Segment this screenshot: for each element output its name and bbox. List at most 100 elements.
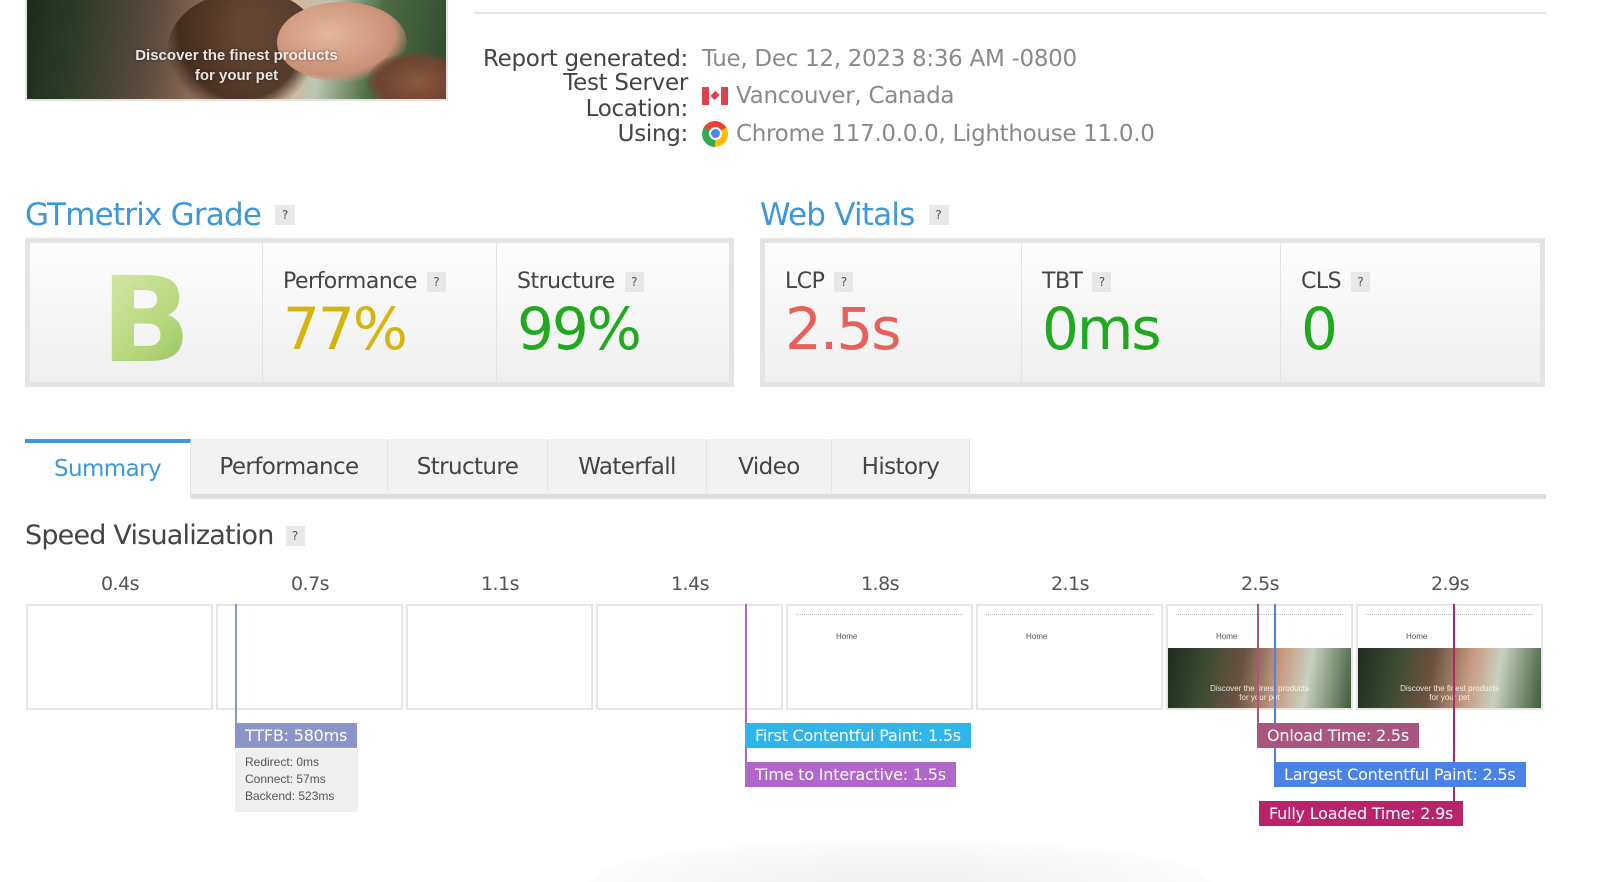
frame-hero-caption: Discover the finest products for your pet	[1358, 684, 1541, 702]
tab-history[interactable]: History	[832, 439, 970, 499]
chrome-icon	[702, 120, 728, 147]
ttfb-backend: Backend: 523ms	[245, 789, 335, 803]
lcp-label: LCP	[785, 269, 825, 294]
cls-label: CLS	[1301, 269, 1342, 294]
ttfb-line	[235, 604, 237, 724]
report-meta: Report generated: Tue, Dec 12, 2023 8:36…	[470, 40, 1155, 153]
tab-waterfall[interactable]: Waterfall	[548, 439, 707, 499]
test-server-location-row: Test Server Location: Vancouver, Canada	[470, 70, 1155, 122]
frame-time-label: 0.7s	[290, 573, 330, 595]
test-server-location-label: Test Server Location:	[563, 70, 688, 123]
frame-hero-image: Discover the finest products for your pet	[1168, 648, 1351, 708]
lcp-value: 2.5s	[785, 295, 901, 363]
structure-label: Structure	[517, 269, 615, 294]
report-generated-value: Tue, Dec 12, 2023 8:36 AM -0800	[702, 45, 1077, 72]
fully-loaded-marker: Fully Loaded Time: 2.9s	[1259, 801, 1464, 826]
frame-hero-caption-line-2: for your pet	[1429, 693, 1470, 702]
tbt-cell: TBT ? 0ms	[1022, 243, 1281, 382]
bottom-shadow	[590, 840, 1210, 882]
fcp-marker: First Contentful Paint: 1.5s	[745, 723, 971, 748]
filmstrip-frame[interactable]: Home Discover the finest products for your…	[1166, 604, 1353, 710]
tbt-label-wrap: TBT ?	[1042, 269, 1112, 294]
frame-hero-caption: Discover the finest products for your pet	[1168, 684, 1351, 702]
filmstrip-frame[interactable]: Home	[786, 604, 973, 710]
frame-home-text: Home	[836, 632, 858, 641]
frame-time-label: 2.9s	[1430, 573, 1470, 595]
fcp-tti-line	[745, 604, 747, 786]
using-row: Using: Chrome 117.0.0.0, Lighthouse 11.0…	[470, 115, 1155, 153]
frame-time-label: 1.8s	[860, 573, 900, 595]
frame-time-label: 2.5s	[1240, 573, 1280, 595]
preview-caption-line-1: Discover the finest products	[135, 47, 338, 64]
using-label: Using:	[617, 120, 689, 147]
cls-value: 0	[1301, 295, 1338, 363]
preview-caption: Discover the finest products for your pe…	[27, 46, 446, 86]
frame-home-text: Home	[1216, 632, 1238, 641]
performance-label: Performance	[283, 269, 417, 294]
structure-help-icon[interactable]: ?	[624, 271, 644, 292]
web-vitals-help-icon[interactable]: ?	[928, 205, 949, 225]
frame-header	[796, 614, 963, 617]
tbt-label: TBT	[1042, 269, 1083, 294]
gtmetrix-grade-title-text: GTmetrix Grade	[25, 197, 262, 233]
tbt-help-icon[interactable]: ?	[1092, 271, 1112, 292]
frame-time-label: 0.4s	[100, 573, 140, 595]
tab-video[interactable]: Video	[707, 439, 832, 499]
filmstrip-frame[interactable]	[216, 604, 403, 710]
tab-performance[interactable]: Performance	[191, 439, 388, 499]
test-server-location-value: Vancouver, Canada	[736, 83, 955, 110]
ttfb-connect: Connect: 57ms	[245, 772, 326, 786]
structure-cell: Structure ? 99%	[497, 243, 729, 382]
filmstrip-frame[interactable]	[596, 604, 783, 710]
lcp-cell: LCP ? 2.5s	[765, 243, 1022, 382]
filmstrip-frame[interactable]: Home Discover the finest products for your…	[1356, 604, 1543, 710]
cls-help-icon[interactable]: ?	[1351, 271, 1371, 292]
frame-hero-image: Discover the finest products for your pet	[1358, 648, 1541, 708]
frame-time-label: 1.4s	[670, 573, 710, 595]
performance-help-icon[interactable]: ?	[426, 271, 446, 292]
frame-hero-caption-line-1: Discover the finest products	[1210, 684, 1309, 693]
using-value-wrap: Chrome 117.0.0.0, Lighthouse 11.0.0	[702, 120, 1155, 147]
report-tabs: Summary Performance Structure Waterfall …	[25, 439, 970, 499]
web-vitals-title-text: Web Vitals	[760, 197, 915, 233]
performance-cell: Performance ? 77%	[263, 243, 497, 382]
frame-hero-caption-line-1: Discover the finest products	[1400, 684, 1499, 693]
tti-marker: Time to Interactive: 1.5s	[745, 762, 956, 787]
frame-home-text: Home	[1406, 632, 1428, 641]
speed-visualization-help-icon[interactable]: ?	[285, 525, 305, 546]
test-server-location-value-wrap: Vancouver, Canada	[702, 83, 954, 109]
filmstrip-frame[interactable]	[26, 604, 213, 710]
tab-structure[interactable]: Structure	[388, 439, 548, 499]
performance-value: 77%	[283, 295, 408, 363]
frame-hero-caption-line-2: for your pet	[1239, 693, 1280, 702]
filmstrip-frame[interactable]: Home	[976, 604, 1163, 710]
using-value: Chrome 117.0.0.0, Lighthouse 11.0.0	[736, 120, 1155, 147]
canada-flag-icon	[702, 87, 728, 106]
filmstrip-frame[interactable]	[406, 604, 593, 710]
ttfb-details: Redirect: 0ms Connect: 57ms Backend: 523…	[235, 749, 358, 812]
grade-letter: B	[30, 251, 262, 389]
lcp-help-icon[interactable]: ?	[834, 271, 854, 292]
ttfb-redirect: Redirect: 0ms	[245, 755, 320, 769]
grade-cell: B	[30, 243, 263, 389]
frame-header	[1176, 614, 1343, 617]
speed-visualization-title-text: Speed Visualization	[25, 520, 274, 551]
lcp-label-wrap: LCP ?	[785, 269, 854, 294]
web-vitals-title: Web Vitals ?	[760, 197, 949, 233]
gtmetrix-grade-help-icon[interactable]: ?	[275, 205, 296, 225]
onload-line	[1257, 604, 1259, 724]
performance-label-wrap: Performance ?	[283, 269, 446, 294]
cls-label-wrap: CLS ?	[1301, 269, 1371, 294]
structure-label-wrap: Structure ?	[517, 269, 644, 294]
gtmetrix-grade-title: GTmetrix Grade ?	[25, 197, 296, 233]
cls-cell: CLS ? 0	[1281, 243, 1540, 382]
onload-marker: Onload Time: 2.5s	[1257, 723, 1420, 748]
tab-summary[interactable]: Summary	[25, 439, 191, 499]
preview-caption-line-2: for your pet	[194, 67, 279, 84]
lcp-marker: Largest Contentful Paint: 2.5s	[1274, 762, 1526, 787]
speed-visualization-title: Speed Visualization ?	[25, 520, 305, 551]
tbt-value: 0ms	[1042, 295, 1162, 363]
structure-value: 99%	[517, 295, 642, 363]
frame-home-text: Home	[1026, 632, 1048, 641]
web-vitals-card: LCP ? 2.5s TBT ? 0ms CLS ? 0	[760, 238, 1545, 387]
